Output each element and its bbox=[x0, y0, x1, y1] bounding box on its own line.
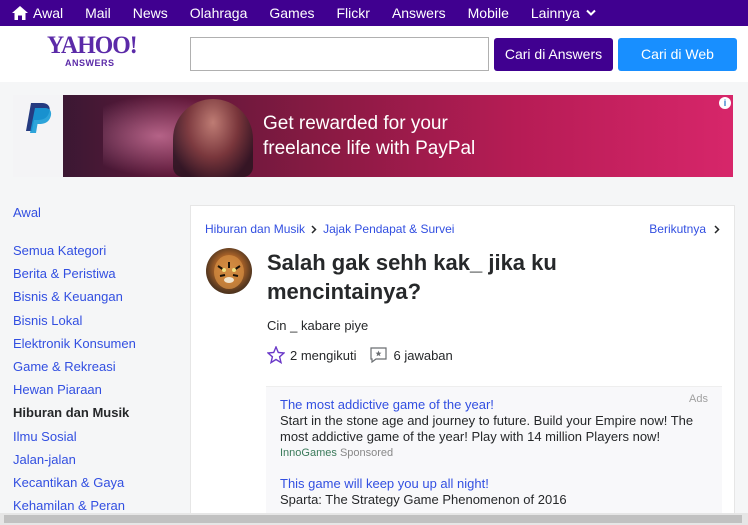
sidebar-home-link[interactable]: Awal bbox=[13, 205, 183, 220]
sidebar-item-ilmu-sosial[interactable]: Ilmu Sosial bbox=[13, 429, 183, 452]
answers-count: 6 jawaban bbox=[393, 347, 453, 363]
header: YAHOO! ANSWERS Cari di Answers Cari di W… bbox=[0, 26, 748, 82]
category-sidebar: Awal Semua Kategori Berita & Peristiwa B… bbox=[13, 205, 183, 521]
sidebar-item-bisnis-keuangan[interactable]: Bisnis & Keuangan bbox=[13, 289, 183, 312]
banner-line-2: freelance life with PayPal bbox=[263, 138, 476, 159]
nav-flickr[interactable]: Flickr bbox=[337, 5, 370, 21]
search-input[interactable] bbox=[190, 37, 489, 71]
paypal-ad-banner[interactable]: Get rewarded for your freelance life wit… bbox=[13, 95, 733, 177]
tiger-avatar-image bbox=[214, 255, 244, 289]
ad-body: Start in the stone age and journey to fu… bbox=[280, 413, 694, 444]
home-icon bbox=[12, 6, 28, 20]
breadcrumb-jajak-pendapat[interactable]: Jajak Pendapat & Survei bbox=[323, 222, 454, 236]
sidebar-item-hiburan-musik[interactable]: Hiburan dan Musik bbox=[13, 405, 183, 428]
nav-answers[interactable]: Answers bbox=[392, 5, 446, 21]
ad-title[interactable]: This game will keep you up all night! bbox=[280, 476, 700, 492]
followers-count: 2 mengikuti bbox=[290, 347, 357, 363]
chevron-down-icon bbox=[586, 9, 596, 16]
nav-games[interactable]: Games bbox=[269, 5, 314, 21]
banner-text: Get rewarded for your freelance life wit… bbox=[263, 111, 563, 161]
top-nav-bar: Awal Mail News Olahraga Games Flickr Ans… bbox=[0, 0, 748, 26]
banner-photo bbox=[173, 99, 253, 177]
paypal-logo-icon bbox=[26, 103, 52, 133]
sidebar-item-jalan-jalan[interactable]: Jalan-jalan bbox=[13, 452, 183, 475]
search-answers-button[interactable]: Cari di Answers bbox=[494, 38, 613, 71]
logo-main-text: YAHOO! bbox=[47, 32, 138, 59]
nav-lainnya[interactable]: Lainnya bbox=[531, 5, 596, 21]
ad-sponsored-label: Sponsored bbox=[339, 447, 394, 459]
breadcrumb-hiburan-musik[interactable]: Hiburan dan Musik bbox=[205, 222, 305, 236]
question-card: Hiburan dan Musik Jajak Pendapat & Surve… bbox=[190, 205, 735, 525]
banner-line-1: Get rewarded for your bbox=[263, 113, 448, 134]
question-title: Salah gak sehh kak_ jika ku mencintainya… bbox=[267, 250, 557, 304]
scrollbar-thumb[interactable] bbox=[4, 515, 742, 523]
ad-title[interactable]: The most addictive game of the year! bbox=[280, 397, 700, 413]
ad-item[interactable]: This game will keep you up all night! Sp… bbox=[280, 476, 700, 508]
next-label: Berikutnya bbox=[649, 222, 706, 236]
ad-item[interactable]: The most addictive game of the year! Sta… bbox=[280, 397, 700, 461]
sidebar-item-semua-kategori[interactable]: Semua Kategori bbox=[13, 243, 183, 266]
nav-olahraga[interactable]: Olahraga bbox=[190, 5, 248, 21]
sidebar-item-hewan-piaraan[interactable]: Hewan Piaraan bbox=[13, 382, 183, 405]
yahoo-answers-logo[interactable]: YAHOO! ANSWERS bbox=[47, 32, 147, 70]
sidebar-item-elektronik-konsumen[interactable]: Elektronik Konsumen bbox=[13, 336, 183, 359]
answer-icon bbox=[370, 347, 388, 363]
chevron-right-icon bbox=[714, 224, 720, 234]
chevron-right-icon bbox=[311, 224, 317, 234]
nav-awal[interactable]: Awal bbox=[12, 5, 63, 21]
sidebar-item-bisnis-lokal[interactable]: Bisnis Lokal bbox=[13, 313, 183, 336]
avatar[interactable] bbox=[206, 248, 252, 294]
nav-mail[interactable]: Mail bbox=[85, 5, 111, 21]
nav-lainnya-label: Lainnya bbox=[530, 5, 580, 21]
star-icon[interactable] bbox=[267, 346, 285, 364]
question-stats: 2 mengikuti 6 jawaban bbox=[267, 346, 453, 364]
logo-sub-text: ANSWERS bbox=[65, 58, 115, 68]
search-web-button[interactable]: Cari di Web bbox=[618, 38, 737, 71]
sponsored-ads: Ads The most addictive game of the year!… bbox=[266, 386, 722, 525]
ad-body: Sparta: The Strategy Game Phenomenon of … bbox=[280, 492, 567, 507]
ad-source: InnoGames Sponsored bbox=[280, 445, 700, 461]
next-question-link[interactable]: Berikutnya bbox=[649, 222, 720, 236]
sidebar-item-game-rekreasi[interactable]: Game & Rekreasi bbox=[13, 359, 183, 382]
adchoices-icon[interactable]: i bbox=[719, 97, 731, 109]
nav-mobile[interactable]: Mobile bbox=[468, 5, 509, 21]
breadcrumb: Hiburan dan Musik Jajak Pendapat & Surve… bbox=[205, 222, 454, 236]
horizontal-scrollbar[interactable] bbox=[0, 513, 748, 525]
question-description: Cin _ kabare piye bbox=[267, 318, 369, 333]
ad-brand[interactable]: InnoGames bbox=[280, 447, 337, 459]
nav-awal-label: Awal bbox=[33, 5, 64, 21]
sidebar-item-berita-peristiwa[interactable]: Berita & Peristiwa bbox=[13, 266, 183, 289]
sidebar-item-kecantikan-gaya[interactable]: Kecantikan & Gaya bbox=[13, 475, 183, 498]
nav-news[interactable]: News bbox=[133, 5, 168, 21]
